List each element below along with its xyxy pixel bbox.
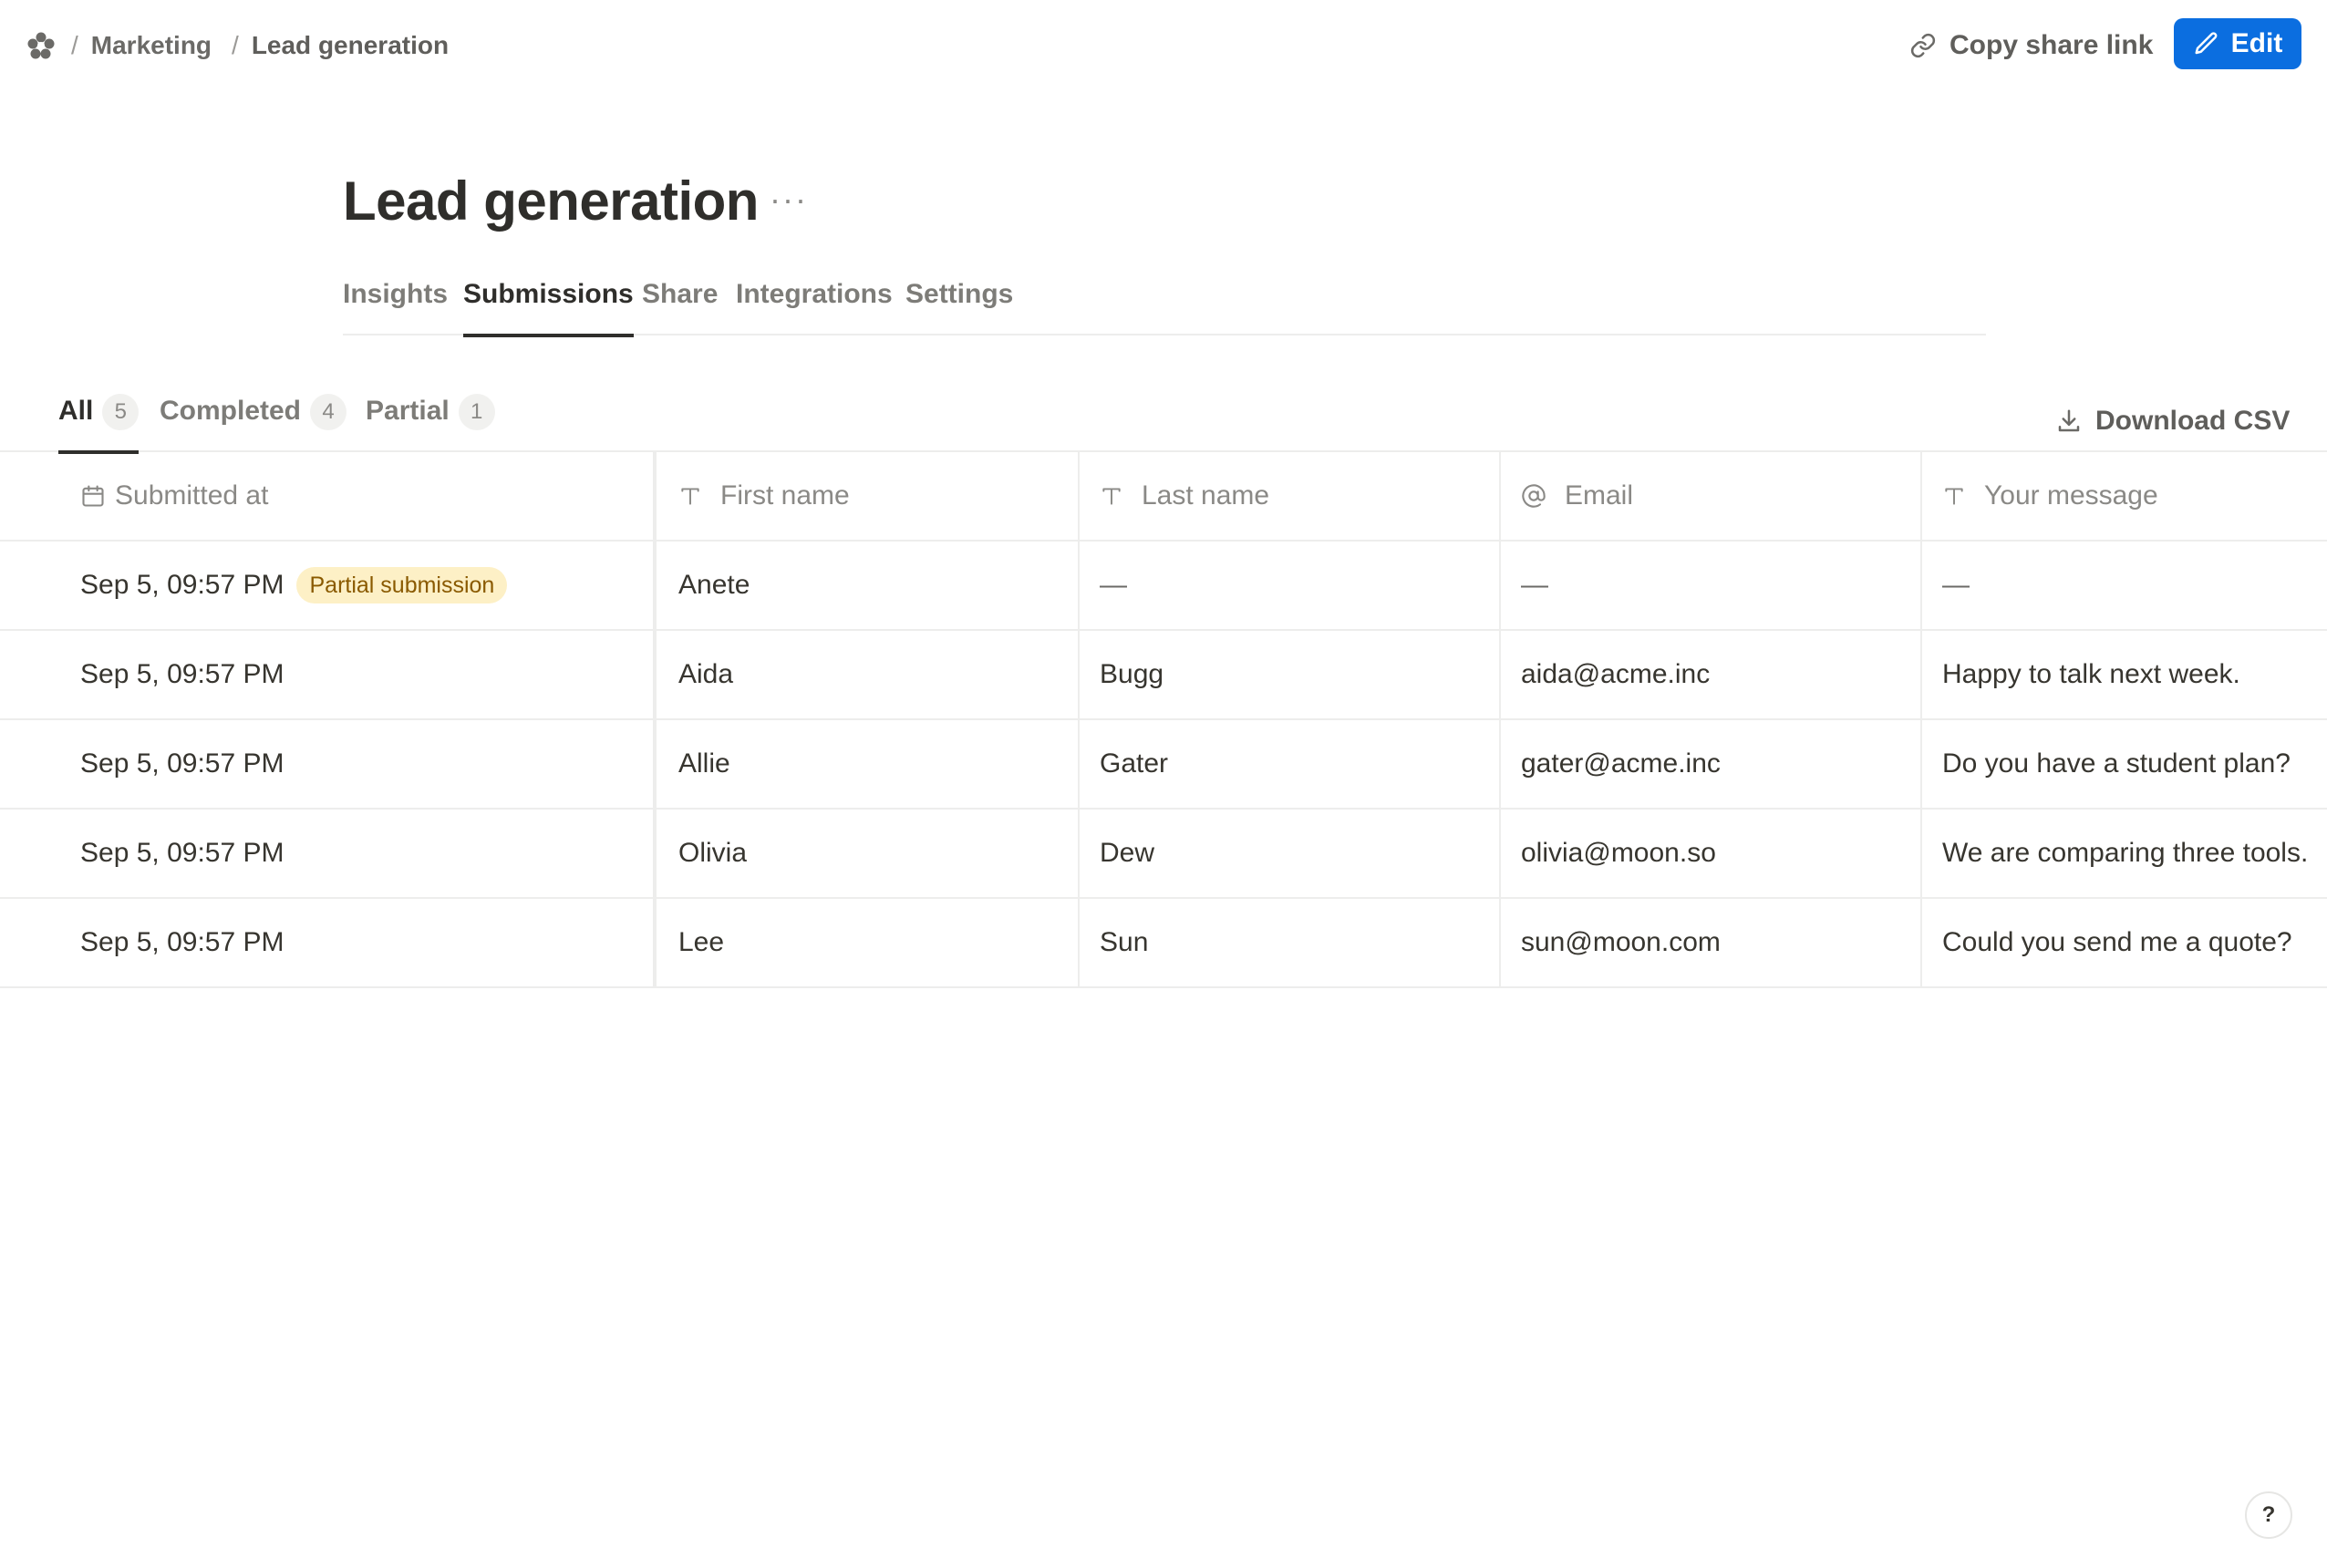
first-name-cell: Lee [657,899,1080,986]
edit-label: Edit [2230,28,2283,58]
table-row[interactable]: Sep 5, 09:57 PM Lee Sun sun@moon.com Cou… [0,899,2327,988]
breadcrumb-separator: / [232,31,239,59]
column-header-first-name[interactable]: First name [657,452,1080,540]
submitted-at-cell: Sep 5, 09:57 PM [0,899,657,986]
column-label: Submitted at [115,480,269,511]
calendar-icon [82,485,104,507]
message-cell: Happy to talk next week. [1942,659,2240,689]
column-label: First name [720,480,850,511]
breadcrumb-item-marketing[interactable]: Marketing [91,31,212,60]
table-header-row: Submitted at First name Last name Email … [0,452,2327,542]
text-type-icon [1945,488,1963,505]
email-cell: aida@acme.inc [1501,631,1922,718]
last-name-cell: Bugg [1080,631,1501,718]
copy-share-link-label: Copy share link [1950,30,2154,60]
link-icon [1910,33,1936,58]
column-label: Your message [1984,480,2158,511]
table-row[interactable]: Sep 5, 09:57 PM Olivia Dew olivia@moon.s… [0,810,2327,899]
tab-share[interactable]: Share [642,279,718,335]
download-csv-label: Download CSV [2095,406,2291,436]
top-bar: / Marketing / Lead generation Copy share… [0,0,2327,91]
first-name-cell: Anete [657,542,1080,629]
submissions-table: Submitted at First name Last name Email … [0,452,2327,988]
filter-label: Completed [160,396,302,426]
submitted-at-cell: Sep 5, 09:57 PM [0,720,657,808]
column-header-email[interactable]: Email [1501,452,1922,540]
filter-tab-partial[interactable]: Partial 1 [366,394,495,452]
submitted-at-cell: Sep 5, 09:57 PM Partial submission [0,542,657,629]
count-badge: 1 [458,394,495,430]
tab-insights[interactable]: Insights [343,279,448,335]
email-cell: sun@moon.com [1501,899,1922,986]
message-cell: We are comparing three tools. [1942,838,2309,868]
last-name-cell: Dew [1080,810,1501,897]
tab-submissions[interactable]: Submissions [463,279,634,337]
column-label: Email [1565,480,1634,511]
table-row[interactable]: Sep 5, 09:57 PM Allie Gater gater@acme.i… [0,720,2327,810]
page-title: Lead generation [343,170,759,232]
breadcrumb-item-lead-generation[interactable]: Lead generation [252,31,449,60]
download-icon [2058,409,2080,432]
table-row[interactable]: Sep 5, 09:57 PM Partial submission Anete… [0,542,2327,631]
tab-settings[interactable]: Settings [905,279,1013,335]
filter-label: All [58,396,94,426]
message-cell: Could you send me a quote? [1942,927,2292,957]
breadcrumb-separator: / [71,31,78,59]
count-badge: 4 [310,394,347,430]
column-header-submitted-at[interactable]: Submitted at [0,452,657,540]
copy-share-link-button[interactable]: Copy share link [1909,24,2153,67]
email-cell: — [1501,542,1922,629]
workspace-logo-icon[interactable] [26,30,57,61]
email-cell: olivia@moon.so [1501,810,1922,897]
first-name-cell: Aida [657,631,1080,718]
count-badge: 5 [102,394,140,430]
submitted-at-value: Sep 5, 09:57 PM [80,570,284,600]
more-options-icon[interactable]: ··· [770,181,808,219]
first-name-cell: Allie [657,720,1080,808]
column-label: Last name [1142,480,1270,511]
text-type-icon [681,488,699,505]
email-cell: gater@acme.inc [1501,720,1922,808]
table-row[interactable]: Sep 5, 09:57 PM Aida Bugg aida@acme.inc … [0,631,2327,720]
filter-tab-all[interactable]: All 5 [58,394,140,454]
message-cell: Do you have a student plan? [1942,748,2291,779]
text-type-icon [1102,488,1121,505]
filter-bar: All 5 Completed 4 Partial 1 Download CSV [0,383,2327,454]
tab-integrations[interactable]: Integrations [736,279,893,335]
last-name-cell: Sun [1080,899,1501,986]
column-header-your-message[interactable]: Your message [1922,452,2327,540]
first-name-cell: Olivia [657,810,1080,897]
column-header-last-name[interactable]: Last name [1080,452,1501,540]
download-csv-button[interactable]: Download CSV [2055,399,2290,443]
help-button[interactable]: ? [2245,1491,2292,1539]
submitted-at-cell: Sep 5, 09:57 PM [0,631,657,718]
filter-label: Partial [366,396,450,426]
pencil-icon [2195,32,2218,55]
main-tabs: Insights Submissions Share Integrations … [343,273,1986,337]
submitted-at-cell: Sep 5, 09:57 PM [0,810,657,897]
page: / Marketing / Lead generation Copy share… [0,0,2327,1568]
partial-submission-badge: Partial submission [296,567,508,603]
at-sign-icon [1522,484,1546,508]
edit-button[interactable]: Edit [2174,18,2301,69]
breadcrumb: / Marketing / Lead generation [71,26,469,66]
last-name-cell: — [1080,542,1501,629]
filter-tab-completed[interactable]: Completed 4 [160,394,347,452]
message-cell: — [1942,570,1970,600]
last-name-cell: Gater [1080,720,1501,808]
